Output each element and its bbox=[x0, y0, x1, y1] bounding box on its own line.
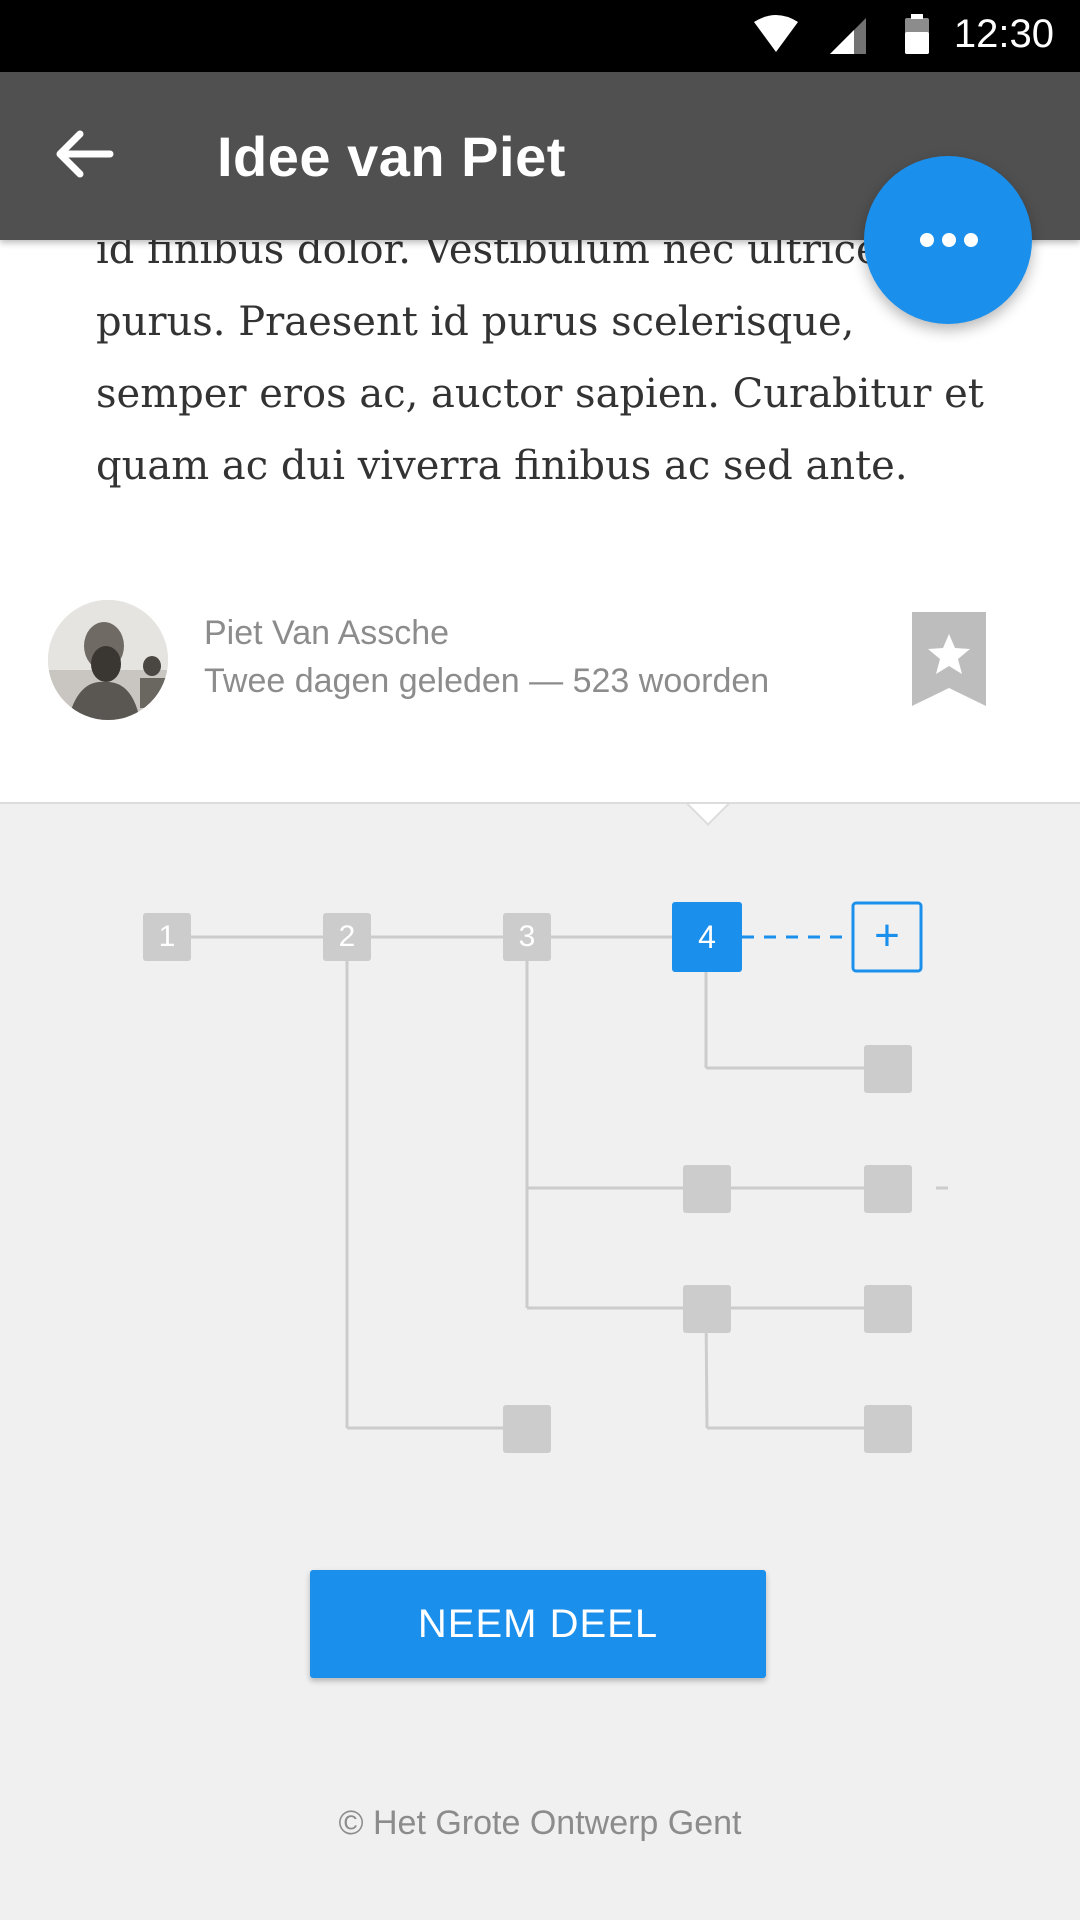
idea-card: id finibus dolor. Vestibulum nec ultrice… bbox=[0, 227, 1080, 804]
author-name: Piet Van Assche bbox=[204, 614, 450, 652]
avatar-photo bbox=[48, 600, 168, 720]
tree-node-2[interactable]: 2 bbox=[323, 913, 371, 961]
tree-node-4-active[interactable]: 4 bbox=[672, 902, 742, 972]
signal-icon bbox=[830, 18, 866, 54]
avatar[interactable] bbox=[48, 600, 168, 720]
tree-node-3[interactable]: 3 bbox=[503, 913, 551, 961]
arrow-back-icon bbox=[56, 130, 114, 178]
tree-node-1[interactable]: 1 bbox=[143, 913, 191, 961]
author-row: Piet Van Assche Twee dagen geleden — 523… bbox=[48, 600, 1048, 722]
back-button[interactable] bbox=[40, 118, 130, 190]
status-time: 12:30 bbox=[953, 12, 1054, 56]
footer-copyright: © Het Grote Ontwerp Gent bbox=[338, 1804, 742, 1842]
join-button[interactable]: NEEM DEEL bbox=[310, 1570, 766, 1678]
page-title: Idee van Piet bbox=[217, 125, 566, 188]
more-options-button[interactable] bbox=[864, 156, 1032, 324]
more-horizontal-icon bbox=[920, 233, 978, 247]
article-text: id finibus dolor. Vestibulum nec ultrice… bbox=[96, 227, 984, 489]
bookmark-button[interactable] bbox=[912, 612, 986, 706]
battery-icon bbox=[905, 14, 929, 54]
star-bookmark-icon bbox=[912, 612, 986, 706]
status-bar: 12:30 bbox=[0, 0, 1080, 72]
idea-tree: 1 2 3 4 + bbox=[0, 860, 1080, 1520]
author-meta: Twee dagen geleden — 523 woorden bbox=[204, 662, 770, 700]
add-node-button[interactable]: + bbox=[853, 903, 921, 969]
wifi-icon bbox=[754, 15, 798, 52]
